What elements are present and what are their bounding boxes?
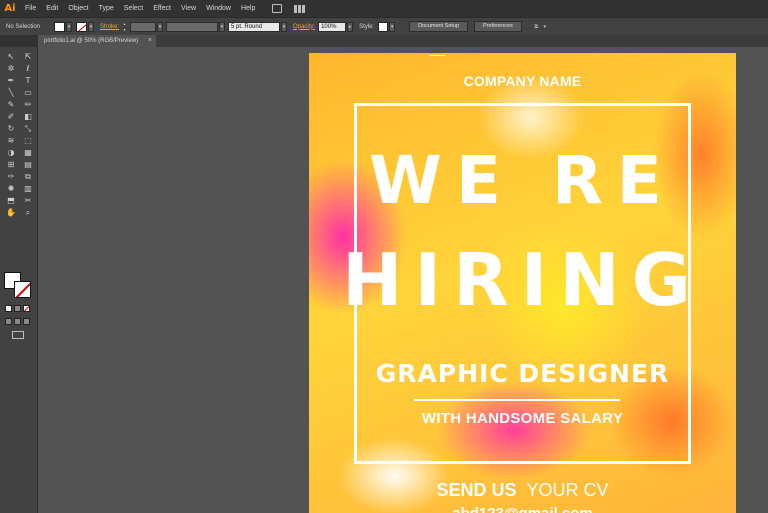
document-setup-button[interactable]: Document Setup bbox=[409, 21, 469, 32]
bridge-icon[interactable] bbox=[272, 4, 283, 13]
email-text[interactable]: abd123@gmail.com bbox=[309, 505, 736, 513]
artboard-guide-mark bbox=[429, 55, 445, 56]
draw-normal-icon[interactable] bbox=[5, 318, 12, 325]
eyedropper-tool-icon[interactable]: ✑ bbox=[3, 171, 19, 183]
close-icon[interactable]: × bbox=[148, 35, 152, 47]
type-tool-icon[interactable]: T bbox=[20, 75, 36, 87]
illustrator-window: Ai File Edit Object Type Select Effect V… bbox=[0, 0, 768, 513]
document-tab-bar: portfolio1.ai @ 50% (RGB/Preview) × bbox=[38, 35, 768, 47]
pen-tool-icon[interactable]: ✒ bbox=[3, 75, 19, 87]
style-label: Style: bbox=[359, 23, 375, 30]
menu-view[interactable]: View bbox=[176, 0, 201, 17]
shape-builder-tool-icon[interactable]: ◑ bbox=[3, 147, 19, 159]
color-mode-row bbox=[5, 305, 33, 312]
variable-width-dropdown[interactable]: ▾ bbox=[219, 21, 226, 32]
blob-brush-tool-icon[interactable]: ✐ bbox=[3, 111, 19, 123]
menu-select[interactable]: Select bbox=[119, 0, 148, 17]
canvas[interactable]: COMPANY NAME WE RE HIRING GRAPHIC DESIGN… bbox=[38, 47, 768, 513]
free-transform-tool-icon[interactable]: ⬚ bbox=[20, 135, 36, 147]
stroke-dropdown[interactable]: ▾ bbox=[88, 21, 95, 32]
paintbrush-tool-icon[interactable]: ✎ bbox=[3, 99, 19, 111]
draw-inside-icon[interactable] bbox=[23, 318, 30, 325]
graphic-style-swatch[interactable] bbox=[378, 21, 389, 32]
gradient-tool-icon[interactable]: ▤ bbox=[20, 159, 36, 171]
control-bar: No Selection ▾ ▾ Stroke: ▴ ▾ ▾ ▾ 5 pt. Ro… bbox=[0, 17, 768, 35]
role-underline[interactable] bbox=[414, 399, 620, 401]
headline-line1[interactable]: WE RE bbox=[309, 147, 736, 215]
company-name-text[interactable]: COMPANY NAME bbox=[309, 73, 736, 89]
none-mode-icon[interactable] bbox=[23, 305, 30, 312]
stroke-weight-field[interactable] bbox=[130, 21, 157, 32]
opacity-dropdown[interactable]: ▸ bbox=[347, 21, 354, 32]
headline-line2[interactable]: HIRING bbox=[309, 243, 736, 317]
tools-grid: ↖ ⇱ ✲ ℓ ✒ T ╲ ▭ ✎ ✏ ✐ ◧ ↻ ⤡ ≋ ⬚ ◑ ▦ ⊞ ▤ ✑ ⧉ ✺ ▥ ⬒ ✂ ✋ ⌕ bbox=[3, 51, 37, 219]
salary-text[interactable]: WITH HANDSOME SALARY bbox=[309, 410, 736, 427]
menu-edit[interactable]: Edit bbox=[41, 0, 63, 17]
menu-bar: Ai File Edit Object Type Select Effect V… bbox=[0, 0, 768, 17]
arrange-documents-icon[interactable] bbox=[294, 4, 307, 13]
hand-tool-icon[interactable]: ✋ bbox=[3, 207, 19, 219]
brush-definition-field[interactable]: 5 pt. Round bbox=[228, 21, 281, 32]
pencil-tool-icon[interactable]: ✏ bbox=[20, 99, 36, 111]
gradient-mode-icon[interactable] bbox=[14, 305, 21, 312]
document-tab[interactable]: portfolio1.ai @ 50% (RGB/Preview) × bbox=[38, 35, 156, 47]
width-tool-icon[interactable]: ≋ bbox=[3, 135, 19, 147]
opacity-label[interactable]: Opacity: bbox=[293, 24, 315, 30]
line-tool-icon[interactable]: ╲ bbox=[3, 87, 19, 99]
direct-selection-tool-icon[interactable]: ⇱ bbox=[20, 51, 36, 63]
arrange-icon[interactable]: ⧉ bbox=[531, 21, 541, 32]
stroke-label[interactable]: Stroke: bbox=[100, 24, 119, 30]
stroke-weight-dropdown[interactable]: ▾ bbox=[157, 21, 164, 32]
selection-status: No Selection bbox=[6, 23, 41, 30]
brush-dropdown[interactable]: ▾ bbox=[281, 21, 288, 32]
tools-panel: ↖ ⇱ ✲ ℓ ✒ T ╲ ▭ ✎ ✏ ✐ ◧ ↻ ⤡ ≋ ⬚ ◑ ▦ ⊞ ▤ ✑ ⧉ ✺ ▥ ⬒ ✂ ✋ ⌕ bbox=[0, 35, 38, 513]
slice-tool-icon[interactable]: ✂ bbox=[20, 195, 36, 207]
menu-window[interactable]: Window bbox=[201, 0, 236, 17]
cta-text[interactable]: SEND US YOUR CV bbox=[309, 480, 736, 501]
column-graph-tool-icon[interactable]: ▥ bbox=[20, 183, 36, 195]
fill-stroke-widget bbox=[4, 272, 34, 300]
variable-width-field[interactable] bbox=[166, 21, 219, 32]
zoom-tool-icon[interactable]: ⌕ bbox=[20, 207, 36, 219]
tools-panel-grip[interactable] bbox=[0, 35, 38, 47]
symbol-sprayer-tool-icon[interactable]: ✺ bbox=[3, 183, 19, 195]
opacity-field[interactable]: 100% bbox=[318, 21, 347, 32]
fill-swatch[interactable] bbox=[54, 21, 66, 32]
menu-type[interactable]: Type bbox=[94, 0, 119, 17]
cta-bold-text: SEND US bbox=[436, 480, 517, 500]
rotate-tool-icon[interactable]: ↻ bbox=[3, 123, 19, 135]
color-mode-icon[interactable] bbox=[5, 305, 12, 312]
screen-mode-icon[interactable] bbox=[12, 331, 24, 339]
cta-regular-text: YOUR CV bbox=[526, 480, 609, 500]
menu-help[interactable]: Help bbox=[236, 0, 260, 17]
draw-behind-icon[interactable] bbox=[14, 318, 21, 325]
style-dropdown[interactable]: ▾ bbox=[389, 21, 396, 32]
stroke-color-box[interactable] bbox=[14, 281, 31, 298]
stroke-swatch[interactable] bbox=[76, 21, 88, 32]
document-tab-title: portfolio1.ai @ 50% (RGB/Preview) bbox=[44, 38, 139, 44]
fill-dropdown[interactable]: ▾ bbox=[66, 21, 73, 32]
artboard-tool-icon[interactable]: ⬒ bbox=[3, 195, 19, 207]
blend-tool-icon[interactable]: ⧉ bbox=[20, 171, 36, 183]
menu-file[interactable]: File bbox=[20, 0, 41, 17]
selection-tool-icon[interactable]: ↖ bbox=[3, 51, 19, 63]
scale-tool-icon[interactable]: ⤡ bbox=[20, 123, 36, 135]
role-text[interactable]: GRAPHIC DESIGNER bbox=[309, 359, 736, 388]
mesh-tool-icon[interactable]: ⊞ bbox=[3, 159, 19, 171]
magic-wand-tool-icon[interactable]: ✲ bbox=[3, 63, 19, 75]
artboard[interactable]: COMPANY NAME WE RE HIRING GRAPHIC DESIGN… bbox=[309, 53, 736, 513]
preferences-button[interactable]: Preferences bbox=[474, 21, 522, 32]
draw-mode-row bbox=[5, 318, 33, 325]
app-logo: Ai bbox=[4, 3, 16, 14]
rectangle-tool-icon[interactable]: ▭ bbox=[20, 87, 36, 99]
menu-effect[interactable]: Effect bbox=[148, 0, 176, 17]
eraser-tool-icon[interactable]: ◧ bbox=[20, 111, 36, 123]
panel-menu-icon[interactable]: ▾ bbox=[541, 21, 548, 32]
menu-object[interactable]: Object bbox=[63, 0, 93, 17]
lasso-tool-icon[interactable]: ℓ bbox=[20, 63, 36, 75]
perspective-grid-tool-icon[interactable]: ▦ bbox=[20, 147, 36, 159]
stroke-weight-stepper[interactable]: ▴ ▾ bbox=[122, 21, 127, 32]
